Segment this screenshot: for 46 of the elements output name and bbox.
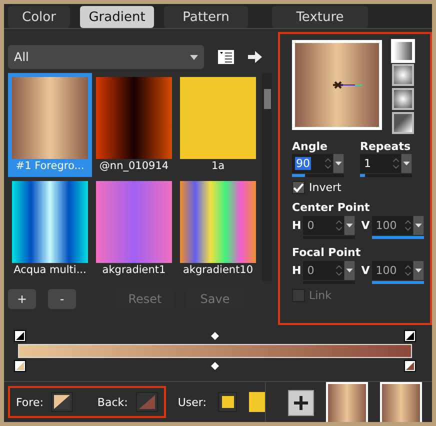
category-dropdown[interactable]: All [8,45,204,69]
midpoint-marker[interactable] [211,362,219,370]
color-swatch[interactable] [248,392,265,412]
field-label: Angle [292,140,328,153]
number-field[interactable]: 90 [292,154,344,173]
field-label: Repeats [360,140,412,153]
gradient-bar[interactable] [18,344,412,358]
tab[interactable]: Pattern [164,6,248,28]
style-button[interactable] [392,88,414,110]
field-label: Back: [97,396,128,408]
checkbox-label: Link [309,289,332,302]
recent-gradient[interactable] [380,382,422,422]
library-button[interactable]: + [8,289,36,309]
checkbox-label: Invert [309,181,342,194]
angle-handle-icon[interactable] [333,80,363,90]
list-icon[interactable] [218,50,234,64]
plus-icon [294,396,308,410]
library-button[interactable]: - [48,289,76,309]
number-field[interactable]: 1 [360,154,412,173]
field-label: V [361,218,370,234]
style-button[interactable] [392,64,414,86]
color-swatch[interactable] [218,392,237,412]
recent-gradient[interactable] [326,382,368,422]
stop-marker[interactable] [14,360,26,372]
stop-marker[interactable] [404,330,416,342]
tab[interactable]: Gradient [80,6,154,28]
field-label: Fore: [16,396,44,408]
add-button[interactable] [288,390,314,416]
color-swatch[interactable] [51,392,74,412]
field-label: User: [178,396,206,408]
arrow-right-icon[interactable] [248,51,262,63]
color-swatch[interactable] [136,392,158,412]
caret-icon [190,54,198,60]
section-label: Center Point [292,201,371,214]
style-button[interactable] [392,112,414,134]
section-label: Focal Point [292,246,362,259]
tab[interactable]: Color [8,6,70,28]
field-label: V [361,263,370,279]
scrollbar[interactable] [262,73,272,281]
field-label: H [292,263,302,279]
stop-marker[interactable] [14,330,26,342]
stop-marker[interactable] [404,360,416,372]
field-label: H [292,218,302,234]
checkbox[interactable] [292,181,305,194]
tab[interactable]: Texture [272,6,368,28]
midpoint-marker[interactable] [211,332,219,340]
